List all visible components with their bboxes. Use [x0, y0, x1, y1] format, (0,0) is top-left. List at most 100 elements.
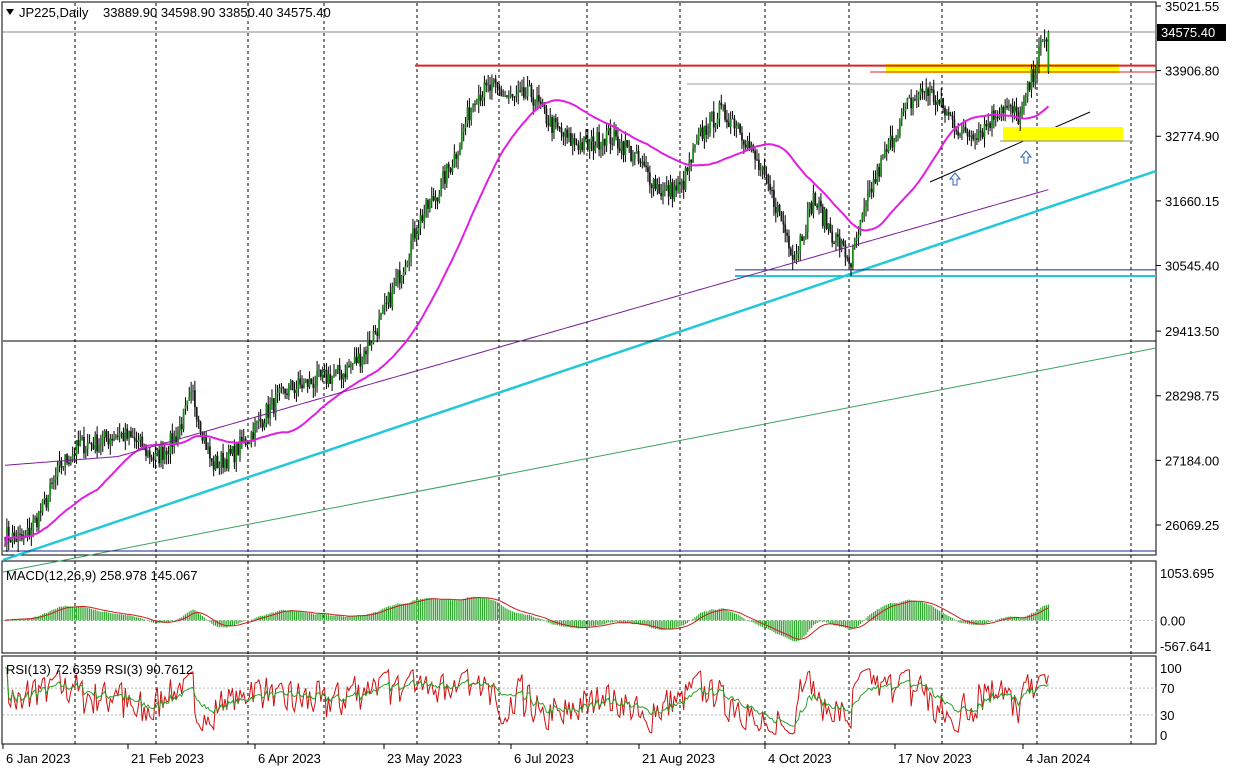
candle-body: [944, 107, 946, 116]
candle-body: [182, 408, 185, 430]
candle-body: [453, 154, 456, 167]
candle-body: [402, 272, 405, 277]
candle-body: [160, 446, 162, 464]
candle-body: [180, 424, 183, 430]
macd-label: MACD(12,26,9) 258.978 145.067: [6, 568, 198, 583]
candle-body: [115, 435, 117, 438]
candle-body: [209, 446, 211, 459]
candle-body: [927, 88, 929, 96]
candle-body: [68, 462, 70, 465]
candle-body: [350, 364, 352, 367]
candle-body: [829, 223, 832, 232]
candle-body: [951, 115, 954, 120]
candle-body: [697, 131, 700, 141]
candle-body: [861, 214, 864, 221]
candle-body: [870, 188, 873, 193]
candle-body: [318, 369, 320, 371]
candle-body: [321, 371, 324, 377]
candle-body: [122, 432, 125, 442]
candle-body: [966, 131, 969, 136]
candle-body: [225, 459, 228, 469]
candle-body: [297, 378, 300, 389]
candle-body: [778, 204, 781, 212]
candle-body: [893, 139, 896, 148]
rsi-tick-label: 70: [1160, 681, 1174, 696]
support-zone: [1003, 127, 1123, 141]
candle-body: [774, 206, 777, 214]
candle-body: [423, 213, 426, 222]
candle-body: [573, 137, 576, 144]
candle-body: [239, 436, 241, 455]
candle-body: [652, 178, 655, 189]
candle-body: [635, 151, 638, 154]
candle-body: [109, 438, 112, 445]
candle-body: [797, 251, 800, 254]
candle-body: [947, 111, 950, 115]
candle-body: [455, 154, 458, 159]
candle-body: [246, 443, 249, 446]
candle-body: [765, 174, 768, 176]
candle-body: [107, 438, 110, 445]
candle-body: [932, 89, 935, 102]
candle-body: [338, 365, 341, 375]
candle-body: [511, 94, 514, 97]
candle-body: [983, 123, 986, 138]
candle-body: [291, 380, 294, 391]
candle-body: [412, 228, 414, 241]
candle-body: [823, 209, 826, 226]
candle-body: [692, 148, 694, 163]
candle-body: [492, 79, 495, 82]
candle-body: [79, 440, 82, 446]
candle-body: [814, 193, 817, 206]
candle-body: [421, 215, 424, 222]
time-label: 17 Nov 2023: [898, 751, 972, 766]
candle-body: [844, 244, 847, 258]
candle-body: [156, 449, 159, 454]
candle-body: [929, 88, 931, 96]
candle-body: [850, 263, 852, 268]
candle-body: [282, 386, 285, 389]
candle-body: [428, 200, 431, 209]
candle-body: [906, 98, 909, 103]
candle-body: [793, 259, 796, 261]
candle-body: [222, 452, 224, 468]
candle-body: [507, 96, 510, 98]
candle-body: [592, 136, 595, 151]
candle-body: [710, 111, 713, 115]
candle-body: [921, 88, 924, 92]
candle-body: [73, 454, 76, 456]
candle-body: [1047, 31, 1050, 72]
candle-body: [658, 184, 661, 194]
candle-body: [128, 431, 130, 439]
candle-body: [445, 163, 448, 184]
candle-body: [336, 365, 339, 370]
candle-body: [334, 369, 337, 375]
candle-body: [325, 369, 328, 384]
candle-body: [261, 420, 264, 428]
candle-body: [165, 451, 168, 455]
chart-window[interactable]: JP225,Daily 33889.90 34598.90 33850.40 3…: [0, 0, 1236, 771]
candle-body: [205, 435, 208, 450]
candle-body: [430, 195, 433, 201]
candle-body: [853, 240, 856, 248]
candle-body: [99, 444, 102, 446]
candle-body: [757, 159, 760, 171]
candle-body: [186, 400, 189, 406]
candle-body: [549, 117, 552, 126]
candle-body: [148, 450, 151, 458]
candle-body: [1038, 46, 1040, 64]
candle-body: [767, 174, 770, 184]
candle-body: [118, 433, 121, 437]
candle-body: [1041, 40, 1044, 42]
candle-body: [419, 215, 422, 228]
candle-body: [214, 455, 217, 470]
candle-body: [312, 383, 315, 388]
candle-body: [381, 307, 384, 314]
candle-body: [613, 130, 616, 145]
candle-body: [470, 107, 473, 121]
candle-body: [370, 343, 373, 346]
candle-body: [648, 172, 651, 185]
candle-body: [799, 236, 802, 252]
candle-body: [41, 500, 44, 513]
candle-body: [301, 384, 303, 389]
